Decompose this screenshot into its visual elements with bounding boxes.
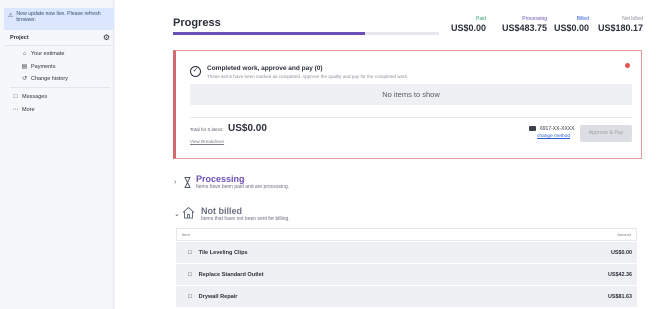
main-content: Progress Paid US$0.00 Processing US$483.…: [115, 0, 670, 309]
update-banner[interactable]: ⚠ New update now live. Please refresh br…: [4, 8, 114, 30]
cube-icon: □: [188, 249, 192, 256]
empty-state: No items to show: [190, 84, 632, 105]
sidebar: ⚠ New update now live. Please refresh br…: [0, 0, 114, 309]
processing-subtitle: Items have been paid and are processing.: [196, 184, 290, 190]
change-method-link[interactable]: change method: [537, 134, 570, 139]
not-billed-table: Item Amount □ Tile Leveling Clips US$0.00…: [176, 228, 637, 307]
row-amount: US$81.63: [608, 293, 632, 300]
divider: [190, 117, 632, 118]
row-name-text: Drywall Repair: [198, 293, 238, 300]
row-name: □ Replace Standard Outlet: [188, 272, 264, 278]
sidebar-item-label: Your estimate: [31, 51, 65, 57]
not-billed-title[interactable]: Not billed: [201, 206, 242, 216]
table-row[interactable]: □ Tile Leveling Clips US$0.00: [176, 242, 637, 263]
not-billed-subtitle: Items that have not been sent for billin…: [201, 216, 290, 222]
project-label: Project: [10, 35, 29, 41]
payments-icon: ▤: [21, 64, 28, 70]
completed-title: Completed work, approve and pay (0): [207, 65, 323, 72]
row-amount: US$42.36: [608, 271, 632, 278]
total-label: Total for 0 items:: [190, 127, 224, 132]
chevron-right-icon[interactable]: ›: [174, 179, 176, 186]
sidebar-item-label: Payments: [31, 63, 56, 70]
progress-bar: [173, 32, 439, 35]
stat-value: US$483.75: [501, 23, 547, 33]
column-header-amount: Amount: [617, 232, 631, 237]
approve-pay-button[interactable]: Approve & Pay: [580, 125, 632, 142]
sidebar-item-change-history[interactable]: ↺ Change history: [21, 75, 68, 83]
completed-subtitle: These items have been marked as complete…: [207, 74, 409, 79]
progress-title: Progress: [173, 17, 221, 29]
progress-bar-fill: [173, 32, 365, 35]
chevron-down-icon[interactable]: ⌄: [174, 210, 180, 218]
row-name: □ Tile Leveling Clips: [188, 250, 248, 256]
hourglass-icon: [184, 177, 191, 188]
bell-icon: ⚠: [8, 13, 14, 19]
gear-icon[interactable]: ⚙: [103, 34, 110, 42]
sidebar-item-label: Change history: [31, 75, 68, 82]
message-icon: □: [13, 94, 18, 100]
stat-label: Not billed: [622, 16, 643, 22]
cube-icon: □: [188, 271, 192, 278]
divider: [4, 45, 114, 46]
row-amount: US$0.00: [611, 249, 632, 256]
stat-value: US$180.17: [597, 23, 643, 33]
stat-value: US$0.00: [450, 23, 486, 33]
house-icon: [182, 206, 195, 219]
stat-paid: Paid US$0.00: [446, 16, 486, 33]
more-icon: ⋯: [12, 107, 19, 113]
cube-icon: □: [188, 293, 192, 300]
estimate-icon: ⌂: [22, 51, 27, 57]
stat-label: Billed: [576, 16, 589, 22]
check-circle-icon: ✓: [190, 66, 201, 77]
update-banner-text: New update now live. Please refresh brow…: [16, 11, 101, 23]
view-breakdown-link[interactable]: View Breakdown: [190, 139, 224, 144]
credit-card-icon: [529, 126, 536, 131]
stat-value: US$0.00: [553, 23, 589, 33]
sidebar-item-more[interactable]: ⋯ More: [12, 106, 35, 114]
alert-dot: [625, 63, 630, 68]
column-header-item: Item: [182, 232, 190, 237]
completed-work-card: ✓ Completed work, approve and pay (0) Th…: [173, 50, 642, 159]
table-row[interactable]: □ Replace Standard Outlet US$42.36: [176, 264, 637, 285]
row-name-text: Replace Standard Outlet: [198, 271, 264, 278]
stat-not-billed: Not billed US$180.17: [596, 16, 643, 33]
sidebar-item-label: Messages: [22, 94, 48, 100]
stat-processing: Processing US$483.75: [492, 16, 547, 33]
table-row[interactable]: □ Drywall Repair US$81.63: [176, 286, 637, 307]
history-icon: ↺: [21, 76, 28, 82]
sidebar-item-payments[interactable]: ▤ Payments: [21, 63, 56, 71]
sidebar-item-messages[interactable]: □ Messages: [12, 94, 47, 100]
row-name: □ Drywall Repair: [188, 294, 238, 300]
sidebar-item-estimate[interactable]: ⌂ Your estimate: [21, 51, 65, 57]
stat-label: Paid: [475, 16, 486, 22]
sidebar-item-label: More: [22, 106, 35, 113]
row-name-text: Tile Leveling Clips: [198, 249, 248, 256]
stat-billed: Billed US$0.00: [548, 16, 589, 33]
total-value: US$0.00: [228, 123, 267, 134]
project-header: Project ⚙: [10, 33, 110, 43]
card-number: 6917-XX-XXXX: [540, 126, 575, 132]
table-header: Item Amount: [176, 228, 637, 241]
divider: [10, 87, 110, 88]
stat-label: Processing: [522, 16, 547, 22]
processing-title[interactable]: Processing: [196, 174, 245, 184]
